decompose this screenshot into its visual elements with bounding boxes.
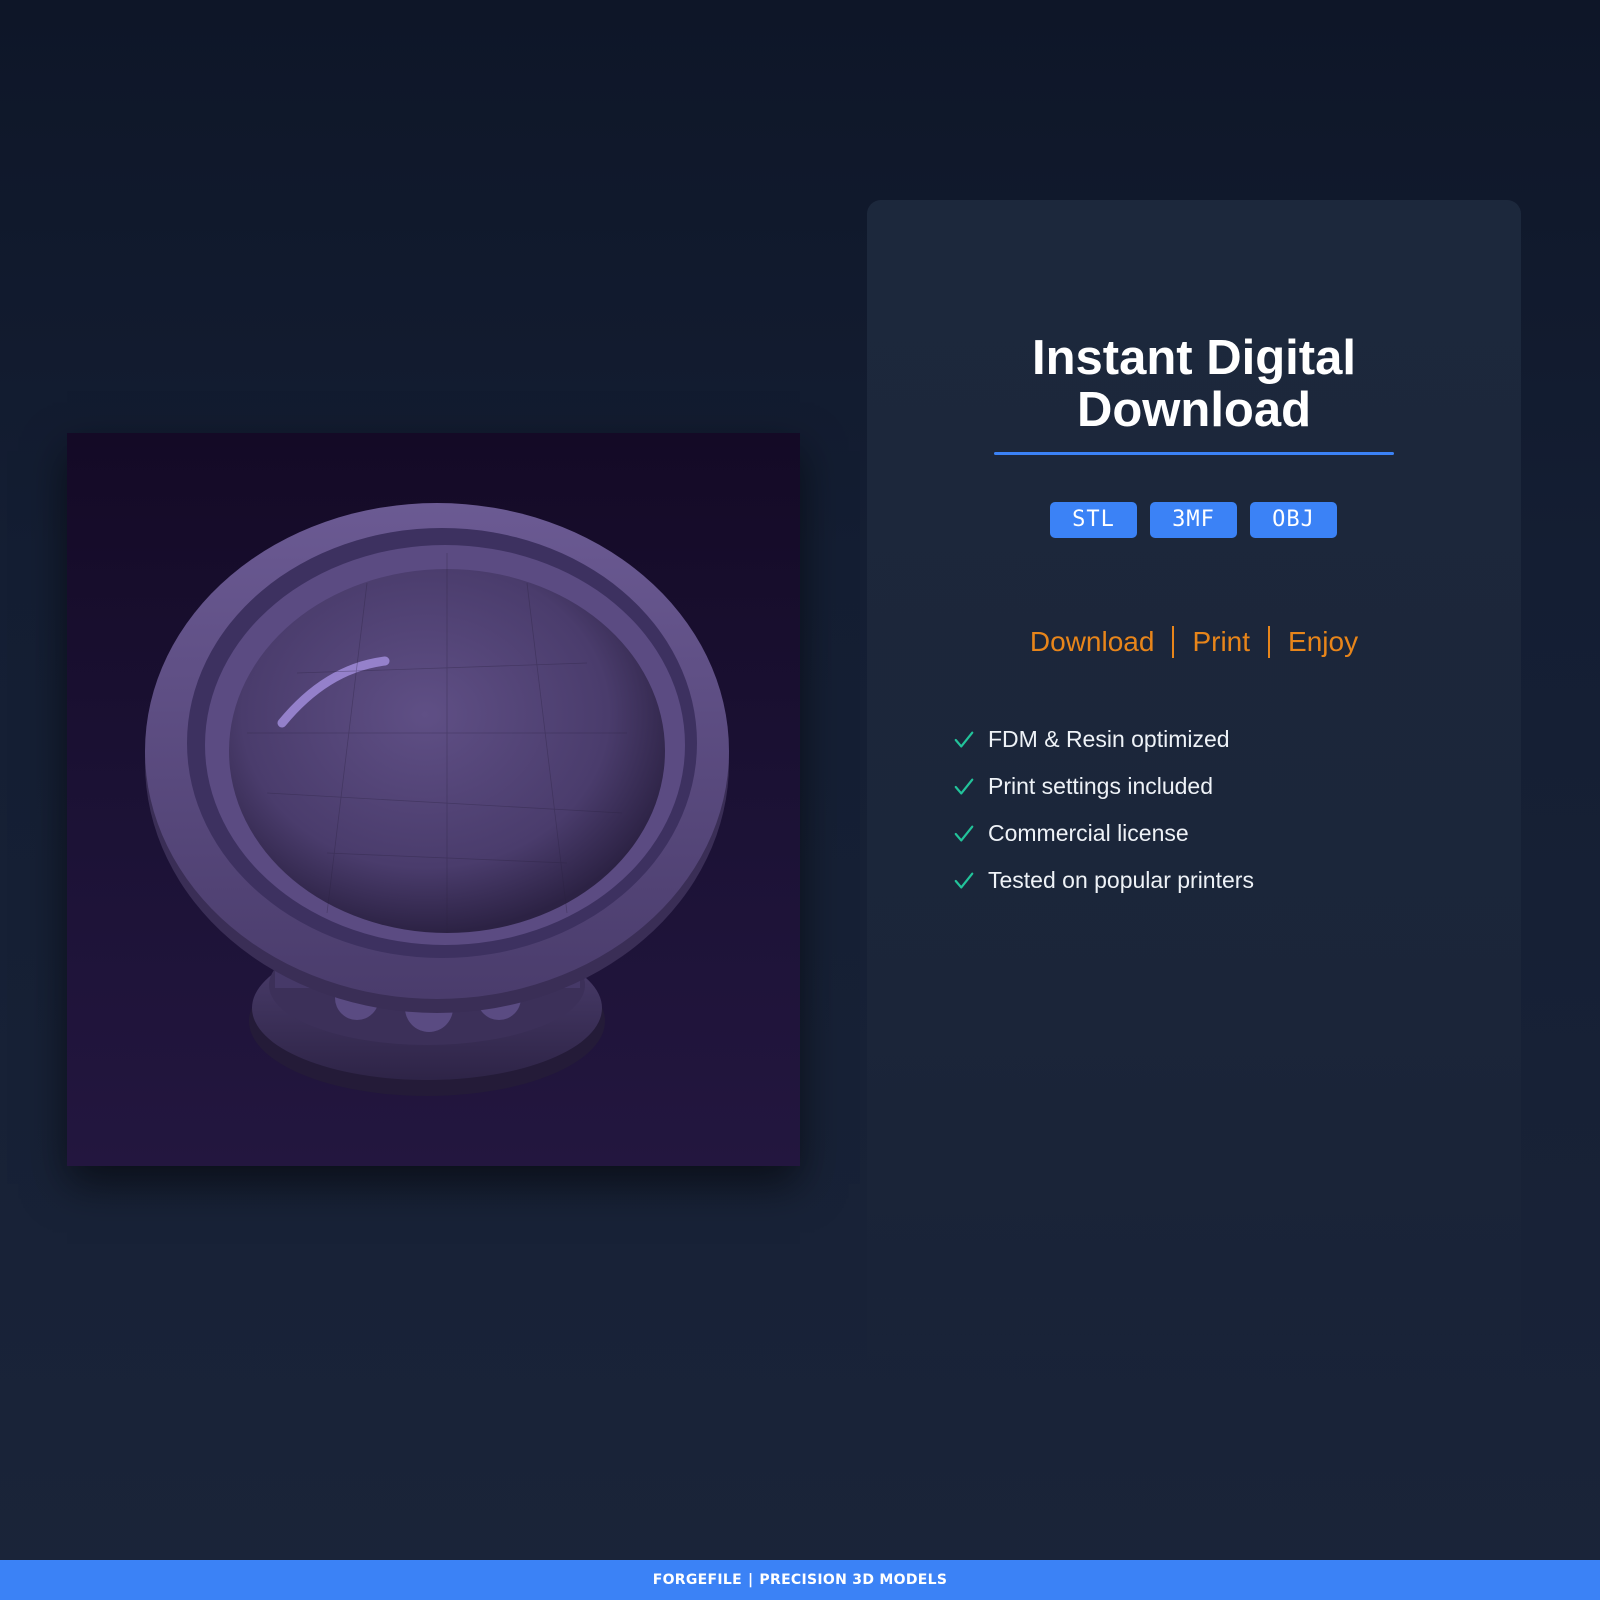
list-item: FDM & Resin optimized xyxy=(953,716,1254,763)
check-icon xyxy=(954,731,974,748)
step-enjoy: Enjoy xyxy=(1288,626,1359,657)
format-badges: STL 3MF OBJ xyxy=(1050,502,1337,538)
step-print: Print xyxy=(1192,626,1251,657)
footer-separator: | xyxy=(748,1572,754,1588)
feature-text: FDM & Resin optimized xyxy=(988,726,1230,752)
feature-text: Commercial license xyxy=(988,820,1189,846)
check-icon xyxy=(954,872,974,889)
feature-text: Print settings included xyxy=(988,773,1214,799)
feature-text: Tested on popular printers xyxy=(988,867,1254,893)
feature-list: FDM & Resin optimized Print settings inc… xyxy=(953,716,1254,904)
footer-tagline: PRECISION 3D MODELS xyxy=(759,1572,948,1588)
step-separator xyxy=(1268,626,1271,658)
list-item: Print settings included xyxy=(953,763,1254,810)
step-separator xyxy=(1172,626,1175,658)
title-line-2: Download xyxy=(1076,383,1312,437)
check-icon xyxy=(954,825,974,842)
footer-brand: FORGEFILE xyxy=(652,1572,742,1588)
format-badge-3mf: 3MF xyxy=(1150,502,1237,538)
step-download: Download xyxy=(1029,626,1155,657)
check-icon xyxy=(954,778,974,795)
product-image xyxy=(67,433,800,1166)
bowl-illustration xyxy=(145,503,729,1096)
list-item: Commercial license xyxy=(953,810,1254,857)
title-line-1: Instant Digital xyxy=(1032,331,1356,385)
title-underline xyxy=(994,452,1394,455)
footer-bar: FORGEFILE | PRECISION 3D MODELS xyxy=(0,1560,1600,1600)
page-title: Instant Digital Download xyxy=(867,332,1521,436)
steps-line: Download Print Enjoy xyxy=(867,622,1521,662)
format-badge-obj: OBJ xyxy=(1250,502,1337,538)
format-badge-stl: STL xyxy=(1050,502,1137,538)
list-item: Tested on popular printers xyxy=(953,857,1254,904)
